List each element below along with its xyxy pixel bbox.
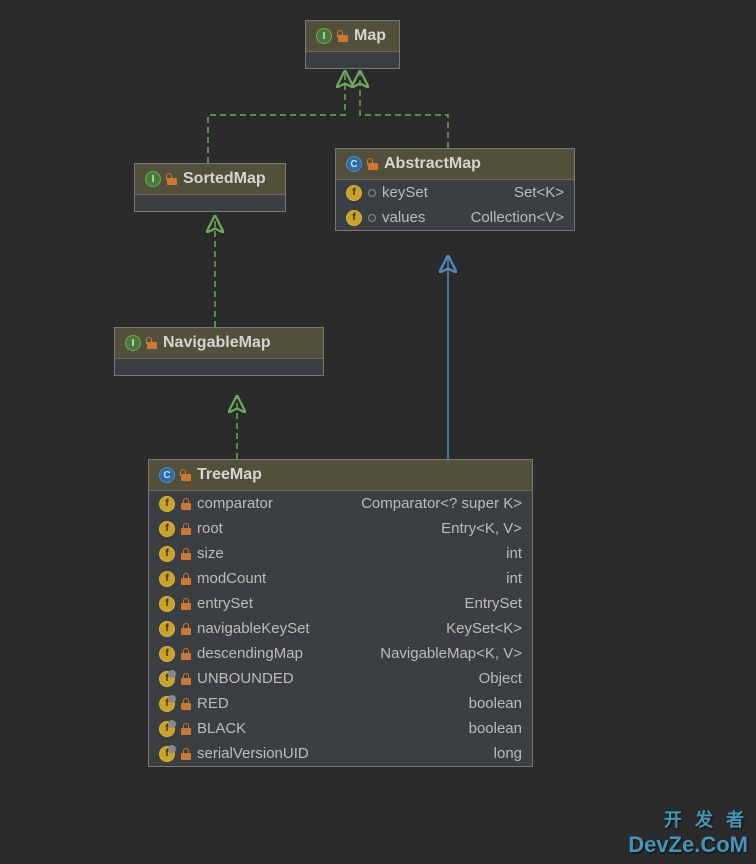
field-icon: f bbox=[159, 621, 175, 637]
private-lock-icon bbox=[181, 648, 191, 660]
class-name: SortedMap bbox=[183, 170, 266, 188]
member-name: serialVersionUID bbox=[197, 745, 309, 762]
field-icon: f bbox=[159, 546, 175, 562]
class-box-map: I Map bbox=[305, 20, 400, 69]
field-icon: f bbox=[159, 521, 175, 537]
lock-icon bbox=[368, 158, 378, 170]
member-name: keySet bbox=[382, 184, 428, 201]
class-name: AbstractMap bbox=[384, 155, 481, 173]
class-body bbox=[135, 195, 285, 211]
interface-icon: I bbox=[145, 171, 161, 187]
class-body bbox=[306, 52, 399, 68]
watermark-line1: 开 发 者 bbox=[628, 806, 748, 832]
class-box-treemap: C TreeMap f comparator Comparator<? super … bbox=[148, 459, 533, 767]
member-name: navigableKeySet bbox=[197, 620, 310, 637]
private-lock-icon bbox=[181, 723, 191, 735]
watermark: 开 发 者 DevZe.CoM bbox=[628, 806, 748, 858]
class-body: f keySet Set<K> f values Collection<V> bbox=[336, 180, 574, 230]
member-row: f RED boolean bbox=[149, 691, 532, 716]
class-box-abstractmap: C AbstractMap f keySet Set<K> f values Collec… bbox=[335, 148, 575, 231]
interface-icon: I bbox=[125, 335, 141, 351]
private-lock-icon bbox=[181, 548, 191, 560]
field-icon: f bbox=[159, 696, 175, 712]
class-header: I NavigableMap bbox=[115, 328, 323, 359]
member-type: long bbox=[494, 745, 522, 762]
member-name: root bbox=[197, 520, 223, 537]
member-name: BLACK bbox=[197, 720, 246, 737]
private-lock-icon bbox=[181, 698, 191, 710]
field-icon: f bbox=[159, 671, 175, 687]
private-lock-icon bbox=[181, 498, 191, 510]
member-name: UNBOUNDED bbox=[197, 670, 294, 687]
member-type: NavigableMap<K, V> bbox=[380, 645, 522, 662]
class-header: C AbstractMap bbox=[336, 149, 574, 180]
member-row: f descendingMap NavigableMap<K, V> bbox=[149, 641, 532, 666]
member-type: Entry<K, V> bbox=[441, 520, 522, 537]
member-row: f keySet Set<K> bbox=[336, 180, 574, 205]
abstract-class-icon: C bbox=[346, 156, 362, 172]
class-body: f comparator Comparator<? super K> f root Ent… bbox=[149, 491, 532, 766]
class-body bbox=[115, 359, 323, 375]
lock-icon bbox=[181, 469, 191, 481]
member-row: f values Collection<V> bbox=[336, 205, 574, 230]
class-header: C TreeMap bbox=[149, 460, 532, 491]
lock-icon bbox=[167, 173, 177, 185]
member-type: int bbox=[506, 545, 522, 562]
private-lock-icon bbox=[181, 623, 191, 635]
class-icon: C bbox=[159, 467, 175, 483]
member-row: f modCount int bbox=[149, 566, 532, 591]
field-icon: f bbox=[159, 596, 175, 612]
member-row: f navigableKeySet KeySet<K> bbox=[149, 616, 532, 641]
lock-icon bbox=[338, 30, 348, 42]
member-type: Set<K> bbox=[514, 184, 564, 201]
private-lock-icon bbox=[181, 523, 191, 535]
field-icon: f bbox=[346, 185, 362, 201]
private-lock-icon bbox=[181, 748, 191, 760]
member-type: Collection<V> bbox=[471, 209, 564, 226]
member-row: f entrySet EntrySet bbox=[149, 591, 532, 616]
interface-icon: I bbox=[316, 28, 332, 44]
member-type: Object bbox=[479, 670, 522, 687]
private-lock-icon bbox=[181, 573, 191, 585]
member-type: boolean bbox=[469, 695, 522, 712]
field-icon: f bbox=[159, 571, 175, 587]
member-row: f UNBOUNDED Object bbox=[149, 666, 532, 691]
member-type: Comparator<? super K> bbox=[361, 495, 522, 512]
member-name: values bbox=[382, 209, 425, 226]
field-icon: f bbox=[346, 210, 362, 226]
member-type: int bbox=[506, 570, 522, 587]
member-name: RED bbox=[197, 695, 229, 712]
member-row: f BLACK boolean bbox=[149, 716, 532, 741]
class-name: Map bbox=[354, 27, 386, 45]
member-row: f comparator Comparator<? super K> bbox=[149, 491, 532, 516]
watermark-line2: DevZe.CoM bbox=[628, 832, 748, 858]
field-icon: f bbox=[159, 646, 175, 662]
member-name: modCount bbox=[197, 570, 266, 587]
field-icon: f bbox=[159, 721, 175, 737]
private-lock-icon bbox=[181, 598, 191, 610]
member-name: comparator bbox=[197, 495, 273, 512]
member-type: boolean bbox=[469, 720, 522, 737]
field-icon: f bbox=[159, 746, 175, 762]
class-box-sortedmap: I SortedMap bbox=[134, 163, 286, 212]
member-name: size bbox=[197, 545, 224, 562]
member-name: descendingMap bbox=[197, 645, 303, 662]
member-row: f size int bbox=[149, 541, 532, 566]
member-name: entrySet bbox=[197, 595, 253, 612]
class-box-navigablemap: I NavigableMap bbox=[114, 327, 324, 376]
class-header: I SortedMap bbox=[135, 164, 285, 195]
member-type: KeySet<K> bbox=[446, 620, 522, 637]
class-name: NavigableMap bbox=[163, 334, 271, 352]
class-name: TreeMap bbox=[197, 466, 262, 484]
private-lock-icon bbox=[181, 673, 191, 685]
package-visibility-icon bbox=[368, 189, 376, 197]
member-row: f root Entry<K, V> bbox=[149, 516, 532, 541]
member-type: EntrySet bbox=[464, 595, 522, 612]
field-icon: f bbox=[159, 496, 175, 512]
member-row: f serialVersionUID long bbox=[149, 741, 532, 766]
class-header: I Map bbox=[306, 21, 399, 52]
package-visibility-icon bbox=[368, 214, 376, 222]
lock-icon bbox=[147, 337, 157, 349]
